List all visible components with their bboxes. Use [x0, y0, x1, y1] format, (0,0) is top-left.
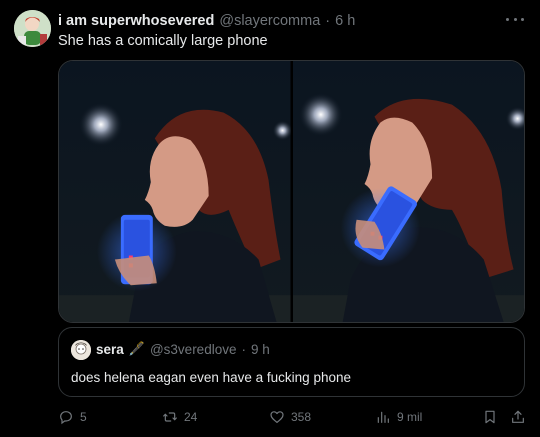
more-options-icon[interactable] [506, 12, 524, 26]
tweet-media [58, 60, 525, 323]
tweet: i am superwhosevered @slayercomma · 6 h … [0, 0, 540, 437]
share-icon [512, 410, 524, 423]
bar-chart-icon [377, 411, 389, 423]
quoted-author-name[interactable]: sera [96, 342, 124, 357]
retweet-icon [163, 412, 177, 422]
share-button[interactable] [510, 407, 526, 427]
like-button[interactable]: 358 [269, 407, 311, 427]
tweet-actions: 5 24 358 9 mil [58, 407, 526, 427]
quoted-author-handle[interactable]: @s3veredlove [150, 342, 237, 357]
like-count: 358 [291, 410, 312, 424]
quoted-tweet-timestamp[interactable]: 9 h [251, 342, 270, 357]
heart-icon [270, 411, 284, 423]
quoted-tweet[interactable]: sera 🖋️ @s3veredlove · 9 h does helena e… [58, 327, 525, 397]
tweet-header: i am superwhosevered @slayercomma · 6 h [58, 11, 355, 31]
quoted-tweet-text: does helena eagan even have a fucking ph… [71, 370, 351, 385]
author-handle[interactable]: @slayercomma [219, 13, 320, 29]
views-button[interactable]: 9 mil [375, 407, 422, 427]
reply-button[interactable]: 5 [58, 407, 87, 427]
pen-emoji-icon: 🖋️ [128, 341, 145, 356]
author-avatar[interactable] [14, 10, 51, 47]
bookmark-icon [485, 410, 495, 424]
author-display-name[interactable]: i am superwhosevered [58, 13, 214, 29]
reply-count: 5 [80, 410, 87, 424]
tweet-timestamp[interactable]: 6 h [335, 13, 355, 29]
quoted-author-avatar[interactable] [71, 340, 91, 360]
retweet-button[interactable]: 24 [162, 407, 197, 427]
tweet-text: She has a comically large phone [58, 33, 268, 49]
quoted-tweet-header: sera 🖋️ @s3veredlove · 9 h [96, 341, 270, 357]
retweet-count: 24 [184, 410, 198, 424]
media-frame-right[interactable] [292, 61, 524, 322]
separator-dot: · [241, 341, 246, 357]
bookmark-button[interactable] [482, 407, 498, 427]
separator-dot: · [325, 13, 331, 29]
media-frame-left[interactable] [59, 61, 291, 322]
view-count: 9 mil [397, 410, 423, 424]
reply-icon [60, 411, 72, 425]
